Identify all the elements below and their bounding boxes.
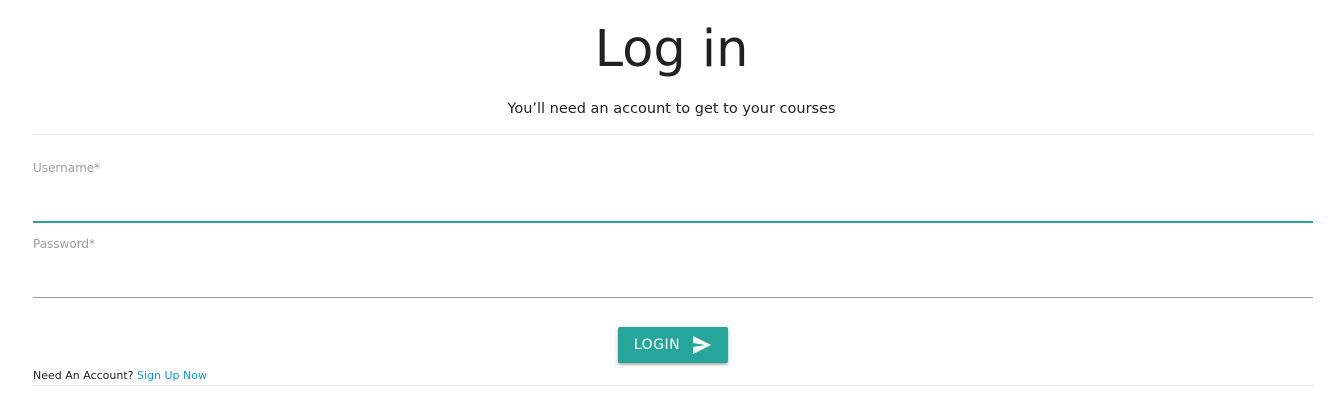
password-label: Password* [33, 237, 96, 251]
password-input[interactable] [33, 260, 1313, 296]
bottom-divider [33, 385, 1313, 386]
send-icon [692, 336, 712, 354]
signup-row: Need An Account? Sign Up Now [33, 369, 207, 383]
signup-link[interactable]: Sign Up Now [137, 369, 207, 382]
username-input[interactable] [33, 184, 1313, 220]
username-field-group: Username* [33, 160, 1313, 224]
page-subtitle: You’ll need an account to get to your co… [507, 101, 836, 117]
signup-prompt: Need An Account? [33, 369, 134, 382]
password-underline [33, 297, 1313, 298]
username-underline [33, 221, 1313, 223]
page-title: Log in [594, 20, 749, 79]
login-button-label: LOGIN [633, 337, 681, 353]
password-field-group: Password* [33, 236, 1313, 300]
top-divider [33, 134, 1313, 135]
login-button[interactable]: LOGIN [618, 327, 728, 363]
login-page: Log in You’ll need an account to get to … [0, 0, 1343, 401]
username-label: Username* [33, 161, 101, 175]
